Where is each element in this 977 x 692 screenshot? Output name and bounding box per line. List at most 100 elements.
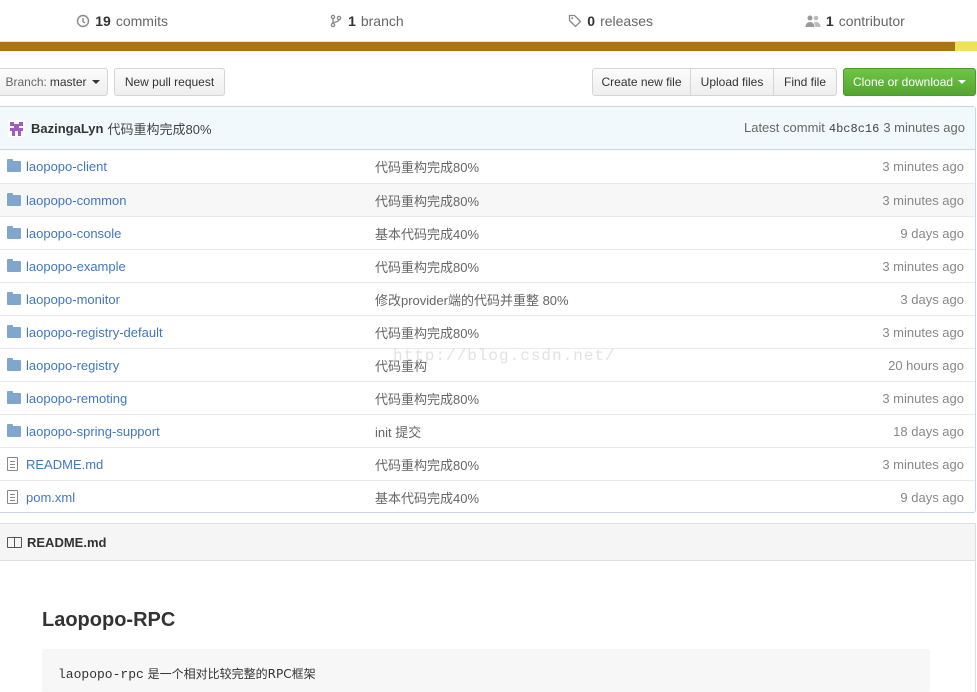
file-row[interactable]: laopopo-monitor 修改provider端的代码并重整 80% 3 da…: [0, 282, 975, 315]
people-icon: [805, 15, 821, 27]
branch-name: master: [49, 75, 87, 89]
create-new-file-button[interactable]: Create new file: [592, 68, 691, 96]
folder-icon-shape: [7, 192, 21, 206]
file-age: 18 days ago: [893, 423, 964, 439]
file-row[interactable]: laopopo-console 基本代码完成40% 9 days ago: [0, 216, 975, 249]
readme-header-title: README.md: [27, 534, 107, 550]
folder-icon-shape: [7, 357, 21, 371]
watermark: http://blog.csdn.net/: [393, 347, 616, 365]
releases-count: 0: [587, 12, 596, 29]
file-commit-message-link[interactable]: 代码重构完成80%: [375, 389, 825, 408]
file-row[interactable]: pom.xml 基本代码完成40% 9 days ago: [0, 480, 975, 513]
file-row[interactable]: laopopo-spring-support init 提交 18 days ago: [0, 414, 975, 447]
latest-commit-bar: BazingaLyn 代码重构完成80% Latest commit 4bc8c1…: [0, 107, 975, 150]
file-age: 3 days ago: [900, 291, 964, 307]
file-row[interactable]: README.md 代码重构完成80% 3 minutes ago: [0, 447, 975, 480]
find-file-button[interactable]: Find file: [773, 68, 837, 96]
file-commit-message-link[interactable]: 代码重构完成80%: [375, 455, 825, 474]
releases-label: releases: [600, 12, 653, 29]
file-row[interactable]: laopopo-client 代码重构完成80% 3 minutes ago: [0, 150, 975, 183]
contributors-link[interactable]: 1 contributor: [733, 0, 977, 41]
file-age: 3 minutes ago: [882, 258, 964, 274]
folder-icon: [0, 357, 26, 371]
file-age: 3 minutes ago: [882, 159, 964, 174]
file-row[interactable]: laopopo-common 代码重构完成80% 3 minutes ago: [0, 183, 975, 216]
contributors-count: 1: [825, 12, 834, 29]
file-commit-message-link[interactable]: 基本代码完成40%: [375, 488, 825, 507]
language-segment-secondary[interactable]: [954, 42, 977, 51]
file-age: 3 minutes ago: [882, 390, 964, 406]
branch-prefix: Branch:: [5, 75, 47, 89]
folder-icon: [0, 225, 26, 239]
file-name-link[interactable]: laopopo-console: [26, 226, 375, 241]
tag-icon: [569, 14, 582, 27]
avatar[interactable]: [8, 119, 25, 137]
commits-count: 19: [95, 12, 111, 29]
folder-icon-shape: [7, 225, 21, 239]
language-bar[interactable]: [0, 42, 977, 51]
folder-icon-shape: [7, 324, 21, 338]
file-age: 3 minutes ago: [882, 324, 964, 340]
upload-files-button[interactable]: Upload files: [690, 68, 774, 96]
file-commit-message-link[interactable]: 代码重构完成80%: [375, 323, 825, 342]
file-list: BazingaLyn 代码重构完成80% Latest commit 4bc8c1…: [0, 106, 976, 513]
file-name-link[interactable]: pom.xml: [26, 490, 375, 505]
file-icon: [0, 490, 26, 504]
readme-code-prefix: laopopo-rpc: [58, 667, 144, 682]
latest-commit-age: 3 minutes ago: [883, 120, 965, 135]
releases-link[interactable]: 0 releases: [489, 0, 733, 41]
readme-title: Laopopo-RPC: [42, 609, 176, 631]
folder-icon-shape: [7, 258, 21, 272]
commits-label: commits: [115, 12, 168, 29]
file-name-link[interactable]: laopopo-client: [26, 159, 375, 174]
file-commit-message-link[interactable]: 代码重构完成80%: [375, 157, 825, 176]
commit-sha-link[interactable]: 4bc8c16: [829, 122, 879, 136]
readme-code-block: laopopo-rpc 是一个相对比较完整的RPC框架: [42, 649, 930, 692]
file-icon: [0, 457, 26, 471]
commit-message-link[interactable]: 代码重构完成80%: [107, 119, 211, 138]
file-commit-message-link[interactable]: 代码重构完成80%: [375, 191, 825, 210]
file-commit-message-link[interactable]: 基本代码完成40%: [375, 224, 825, 243]
file-name-link[interactable]: laopopo-example: [26, 259, 375, 274]
file-commit-message-link[interactable]: 代码重构完成80%: [375, 257, 825, 276]
file-age: 20 hours ago: [888, 357, 964, 373]
branch-icon: [330, 14, 342, 27]
file-row[interactable]: laopopo-example 代码重构完成80% 3 minutes ago: [0, 249, 975, 282]
commit-author-link[interactable]: BazingaLyn: [31, 121, 103, 136]
folder-icon-shape: [7, 390, 21, 404]
readme-header: README.md: [0, 523, 976, 561]
file-name-link[interactable]: laopopo-spring-support: [26, 424, 375, 439]
repo-summary: 19 commits 1 branch 0 releases 1 contrib…: [0, 0, 977, 42]
file-age: 9 days ago: [900, 225, 964, 241]
folder-icon-shape: [7, 291, 21, 305]
folder-icon: [0, 423, 26, 437]
file-age: 9 days ago: [900, 489, 964, 505]
file-name-link[interactable]: laopopo-monitor: [26, 292, 375, 307]
readme-body: Laopopo-RPC laopopo-rpc 是一个相对比较完整的RPC框架: [0, 561, 976, 692]
clone-download-button[interactable]: Clone or download: [843, 68, 976, 96]
file-name-link[interactable]: laopopo-common: [26, 193, 375, 208]
file-icon-shape: [7, 457, 18, 471]
folder-icon: [0, 390, 26, 404]
contributors-label: contributor: [838, 12, 905, 29]
branch-select-button[interactable]: Branch: master: [0, 68, 108, 96]
folder-icon-shape: [7, 159, 21, 172]
latest-commit-prefix: Latest commit: [743, 120, 825, 135]
file-row[interactable]: laopopo-registry-default 代码重构完成80% 3 minut…: [0, 315, 975, 348]
language-segment-primary[interactable]: [0, 42, 955, 51]
file-commit-message-link[interactable]: 修改provider端的代码并重整 80%: [375, 290, 825, 309]
new-pull-request-button[interactable]: New pull request: [114, 68, 225, 96]
readme-code-rest: 是一个相对比较完整的RPC框架: [143, 667, 316, 681]
file-commit-message-link[interactable]: init 提交: [375, 422, 825, 441]
file-age: 3 minutes ago: [882, 456, 964, 472]
book-icon: [7, 536, 22, 548]
folder-icon: [0, 192, 26, 206]
branches-link[interactable]: 1 branch: [244, 0, 488, 41]
chevron-down-icon: [91, 80, 100, 84]
commits-link[interactable]: 19 commits: [0, 0, 244, 41]
file-name-link[interactable]: laopopo-registry-default: [26, 325, 375, 340]
file-name-link[interactable]: README.md: [26, 457, 375, 472]
file-name-link[interactable]: laopopo-registry: [26, 358, 375, 373]
file-name-link[interactable]: laopopo-remoting: [26, 391, 375, 406]
file-row[interactable]: laopopo-remoting 代码重构完成80% 3 minutes ago: [0, 381, 975, 414]
